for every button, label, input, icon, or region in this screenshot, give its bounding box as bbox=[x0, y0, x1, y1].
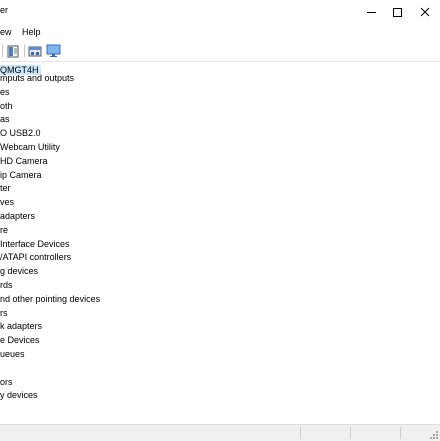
tree-category-label: O USB2.0 bbox=[0, 128, 41, 138]
menu-view[interactable]: ew bbox=[0, 27, 12, 37]
toolbar-separator bbox=[2, 44, 3, 57]
tree-category[interactable]: ter bbox=[0, 181, 11, 195]
update-driver-icon bbox=[28, 46, 42, 57]
tree-category[interactable]: adapters bbox=[0, 209, 35, 223]
tree-category[interactable]: Interface Devices bbox=[0, 237, 70, 251]
tree-category[interactable]: e Devices bbox=[0, 333, 40, 347]
menu-bar: ew Help bbox=[0, 24, 440, 41]
tree-category-label: y devices bbox=[0, 390, 38, 400]
tree-category-label: Interface Devices bbox=[0, 239, 70, 249]
tree-category[interactable]: O USB2.0 bbox=[0, 126, 41, 140]
minimize-button[interactable] bbox=[358, 0, 384, 24]
tree-category-label: es bbox=[0, 87, 10, 97]
close-icon bbox=[420, 7, 430, 17]
tree-category[interactable]: mputs and outputs bbox=[0, 71, 74, 85]
tree-category[interactable]: nd other pointing devices bbox=[0, 292, 100, 306]
tree-category-label: oth bbox=[0, 101, 13, 111]
tree-category[interactable]: ueues bbox=[0, 347, 25, 361]
maximize-button[interactable] bbox=[384, 0, 410, 24]
tree-category-label: re bbox=[0, 225, 9, 235]
tree-category-label: g devices bbox=[0, 266, 39, 276]
tree-category[interactable]: rs bbox=[0, 306, 8, 320]
status-divider bbox=[300, 427, 301, 439]
scan-hardware-button[interactable] bbox=[46, 43, 62, 59]
status-bar bbox=[0, 424, 440, 441]
tree-category-label: e Devices bbox=[0, 335, 40, 345]
tree-category[interactable]: rds bbox=[0, 278, 13, 292]
tree-category-label: rds bbox=[0, 280, 13, 290]
tree-category[interactable]: as bbox=[0, 112, 10, 126]
tree-category[interactable]: ip Camera bbox=[0, 168, 42, 182]
status-divider bbox=[350, 427, 351, 439]
tree-category[interactable]: ors bbox=[0, 375, 13, 389]
tree-category[interactable]: HD Camera bbox=[0, 154, 48, 168]
tree-category[interactable]: es bbox=[0, 85, 10, 99]
properties-button[interactable] bbox=[6, 43, 22, 59]
monitor-icon bbox=[46, 44, 61, 57]
tree-category[interactable]: oth bbox=[0, 99, 13, 113]
tree-category[interactable]: y devices bbox=[0, 388, 38, 402]
close-button[interactable] bbox=[412, 0, 438, 24]
tree-category[interactable]: k adapters bbox=[0, 319, 42, 333]
tree-category-label: nd other pointing devices bbox=[0, 294, 101, 304]
properties-icon bbox=[7, 45, 19, 58]
toolbar bbox=[0, 41, 440, 62]
tree-category[interactable]: /ATAPI controllers bbox=[0, 250, 71, 264]
tree-category-label: /ATAPI controllers bbox=[0, 252, 72, 262]
tree-category-label: HD Camera bbox=[0, 156, 48, 166]
minimize-icon bbox=[366, 11, 376, 13]
tree-category-label: ueues bbox=[0, 349, 25, 359]
resize-grip-icon[interactable] bbox=[428, 429, 438, 439]
device-tree: QMGT4H mputs and outputs es oth as O USB2.0 W… bbox=[0, 63, 440, 423]
tree-category-label: ors bbox=[0, 377, 13, 387]
tree-category-label: ves bbox=[0, 197, 15, 207]
toolbar-separator bbox=[24, 44, 25, 57]
tree-category-label: mputs and outputs bbox=[0, 73, 75, 83]
tree-category-label: k adapters bbox=[0, 321, 43, 331]
tree-category[interactable]: Webcam Utility bbox=[0, 140, 60, 154]
tree-category-label: ip Camera bbox=[0, 170, 42, 180]
menu-help[interactable]: Help bbox=[22, 27, 41, 37]
tree-category[interactable]: re bbox=[0, 223, 8, 237]
tree-category-label: Webcam Utility bbox=[0, 142, 60, 152]
tree-category-label: as bbox=[0, 114, 10, 124]
tree-category[interactable]: g devices bbox=[0, 264, 38, 278]
maximize-icon bbox=[392, 7, 402, 17]
title-bar: er bbox=[0, 0, 440, 24]
tree-category-label: adapters bbox=[0, 211, 36, 221]
tree-category-label: ter bbox=[0, 183, 11, 193]
status-divider bbox=[400, 427, 401, 439]
window-title: er bbox=[0, 5, 9, 15]
tree-category[interactable]: ves bbox=[0, 195, 14, 209]
update-driver-button[interactable] bbox=[27, 43, 43, 59]
tree-category-label: rs bbox=[0, 308, 8, 318]
